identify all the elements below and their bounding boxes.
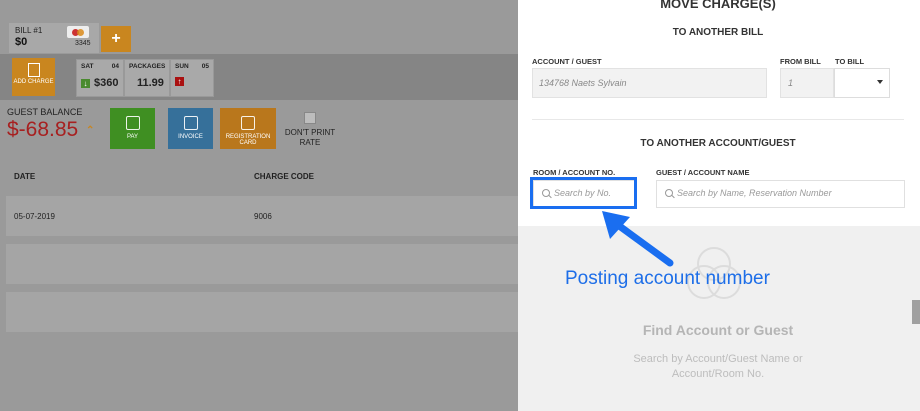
document-icon: [183, 116, 198, 130]
guest-balance-label: GUEST BALANCE: [7, 107, 83, 117]
scrollbar-edge[interactable]: [912, 300, 920, 324]
to-bill-label: TO BILL: [835, 57, 865, 66]
card-last-digits: 3345: [75, 40, 91, 47]
pay-label: PAY: [126, 134, 139, 140]
day-name: PACKAGES: [129, 63, 166, 70]
day-value: ↓ $360: [81, 77, 118, 89]
invoice-button[interactable]: INVOICE: [168, 108, 213, 149]
day-card-sun[interactable]: SUN 05 ↑: [170, 59, 214, 97]
day-card-sat[interactable]: SAT 04 ↓ $360: [76, 59, 124, 97]
search-icon: [665, 189, 673, 197]
wallet-icon: [125, 116, 140, 130]
guest-balance-amount: $-68.85: [7, 118, 79, 141]
annotation-arrow: [602, 211, 674, 267]
day-date: 04: [111, 63, 119, 70]
account-guest-label: ACCOUNT / GUEST: [532, 57, 602, 66]
add-bill-button[interactable]: +: [101, 26, 131, 52]
cell-date: 05-07-2019: [14, 212, 55, 221]
arrow-down-icon: ↓: [81, 79, 90, 88]
room-account-label: ROOM / ACCOUNT NO.: [533, 168, 616, 177]
table-row[interactable]: [6, 292, 520, 332]
annotation-label: Posting account number: [565, 268, 770, 289]
column-header-date: DATE: [14, 172, 36, 181]
registration-card-button[interactable]: REGISTRATION CARD: [220, 108, 276, 149]
arrow-up-icon: ↑: [175, 77, 184, 86]
day-value: 11.99: [137, 77, 164, 89]
table-row[interactable]: [6, 244, 520, 284]
credit-card-icon: [67, 26, 89, 38]
from-bill-field: 1: [780, 68, 834, 98]
bill-tab[interactable]: BILL #1 $0 3345: [8, 22, 100, 54]
add-charge-icon: [27, 63, 40, 77]
day-card-packages[interactable]: PACKAGES 11.99: [124, 59, 170, 97]
panel-title: MOVE CHARGE(S): [660, 0, 776, 11]
guest-name-search-input[interactable]: Search by Name, Reservation Number: [656, 180, 905, 208]
dont-print-rate-label: DON'T PRINT RATE: [284, 128, 336, 147]
chevron-up-icon[interactable]: ⌃: [86, 125, 94, 136]
cell-charge-code: 9006: [254, 212, 272, 221]
invoice-label: INVOICE: [178, 134, 203, 140]
from-bill-label: FROM BILL: [780, 57, 821, 66]
day-date: 05: [201, 63, 209, 70]
guest-account-name-label: GUEST / ACCOUNT NAME: [656, 168, 750, 177]
from-bill-value: 1: [788, 78, 794, 88]
add-charge-label: ADD CHARGE: [13, 79, 54, 85]
registration-label: REGISTRATION CARD: [225, 134, 271, 146]
day-name: SAT: [81, 63, 94, 70]
section-title-another-account: TO ANOTHER ACCOUNT/GUEST: [640, 138, 796, 149]
add-charge-button[interactable]: ADD CHARGE: [12, 58, 55, 96]
section-divider: [532, 119, 904, 120]
day-name: SUN: [175, 63, 189, 70]
day-value-text: $360: [94, 77, 119, 89]
column-header-charge-code: CHARGE CODE: [254, 172, 315, 181]
find-account-hint: Search by Account/Guest Name or Account/…: [633, 353, 803, 380]
account-guest-value: 134768 Naets Sylvain: [539, 78, 627, 88]
card-stack-icon: [241, 116, 255, 130]
guest-name-placeholder: Search by Name, Reservation Number: [677, 188, 832, 198]
to-bill-select[interactable]: [834, 68, 890, 98]
chevron-down-icon: [877, 80, 883, 84]
account-guest-field: 134768 Naets Sylvain: [532, 68, 767, 98]
pay-button[interactable]: PAY: [110, 108, 155, 149]
bill-amount: $0: [15, 36, 28, 48]
bill-label: BILL #1: [15, 26, 43, 35]
section-title-another-bill: TO ANOTHER BILL: [672, 27, 764, 38]
find-account-title: Find Account or Guest: [642, 322, 794, 338]
dont-print-rate-checkbox[interactable]: [304, 112, 316, 124]
